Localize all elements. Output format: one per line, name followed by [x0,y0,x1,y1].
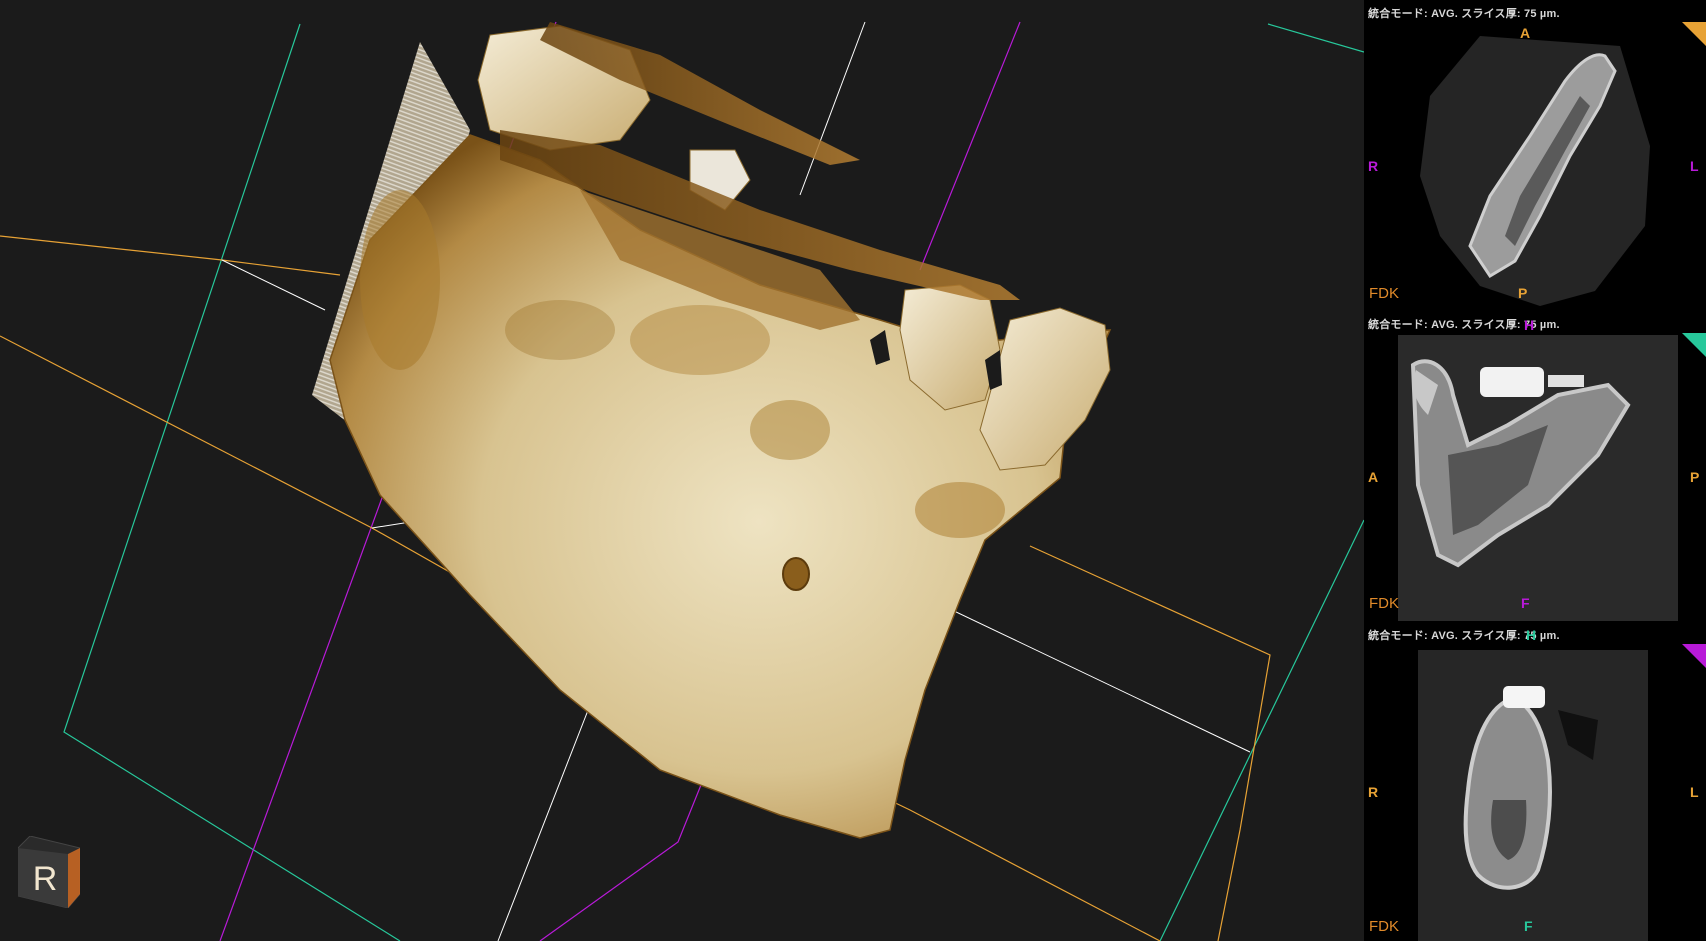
label-top: A [1520,25,1531,41]
recon-label: FDK [1369,285,1399,302]
mandible-volume[interactable] [312,22,1112,839]
coronal-view-indicator [1682,333,1706,357]
axial-slice-image[interactable] [1420,36,1650,306]
recon-label: FDK [1369,595,1399,612]
label-top: H [1524,317,1535,333]
mode-label: 統合モード: AVG. スライス厚: 75 µm. [1368,8,1560,20]
label-bottom: P [1518,285,1528,301]
label-right: P [1690,469,1700,485]
label-bottom: F [1524,918,1533,934]
recon-label: FDK [1369,918,1399,935]
cross-section-image-2[interactable] [1418,650,1648,941]
cross-section-image-1[interactable] [1398,335,1678,621]
label-right: L [1690,158,1699,174]
cross-section-panel-1[interactable]: 統合モード: AVG. スライス厚: 75 µm. H F A P FDK [1364,311,1706,621]
axial-slice-panel[interactable]: 統合モード: AVG. スライス厚: 75 µm. A P R L FDK [1364,0,1706,310]
mpr-sidebar: 統合モード: AVG. スライス厚: 75 µm. A P R L FDK 統合… [1364,0,1706,941]
cube-face-label: R [33,860,58,898]
label-top: H [1526,627,1537,643]
cross-section-panel-2[interactable]: 統合モード: AVG. スライス厚: 75 µm. H F R L FDK [1364,622,1706,941]
mental-foramen [782,557,810,591]
label-left: A [1368,469,1379,485]
volume-render-canvas[interactable] [0,0,1364,941]
orientation-cube[interactable]: R [18,836,80,908]
label-right: L [1690,784,1699,800]
sagittal-view-indicator [1682,644,1706,668]
label-left: R [1368,784,1379,800]
axial-view-indicator [1682,22,1706,46]
label-bottom: F [1521,595,1530,611]
volume-render-viewport[interactable]: R [0,0,1364,941]
label-left: R [1368,158,1379,174]
